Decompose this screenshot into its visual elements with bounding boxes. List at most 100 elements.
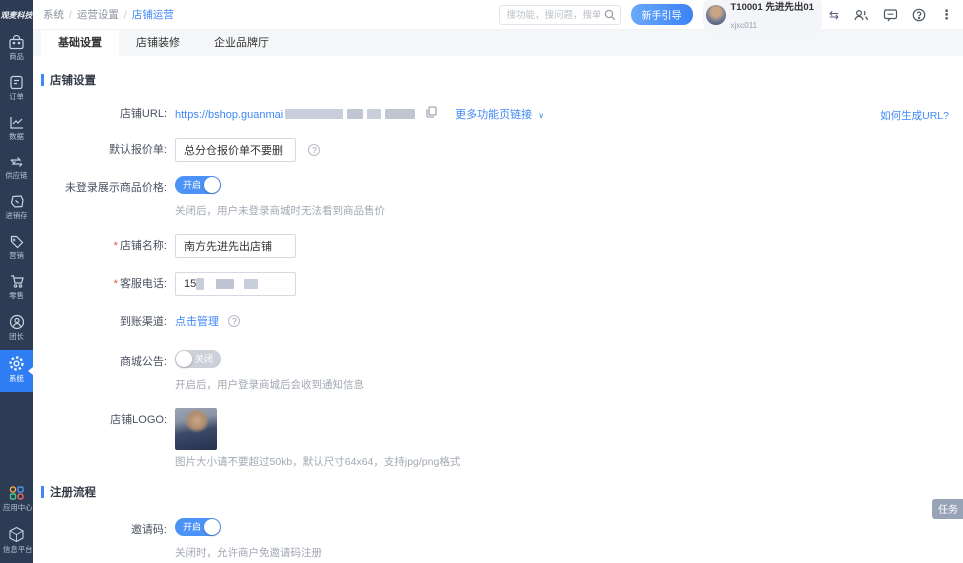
sidebar: 观麦科技 商品 订单 数据 供应链 进销存 营销 零售 团长 系统 应用中心 [0, 0, 33, 563]
sidebar-item-supply-chain[interactable]: 供应链 [0, 150, 33, 189]
redacted-phone-block [196, 278, 204, 290]
info-icon[interactable]: ? [308, 144, 320, 156]
required-mark: * [114, 240, 118, 252]
price-visible-toggle[interactable]: 开启 [175, 176, 221, 194]
payment-channel-label: 到账渠道: [33, 310, 175, 334]
sidebar-item-inventory[interactable]: 进销存 [0, 189, 33, 229]
shop-name-input[interactable] [175, 234, 296, 258]
user-account-chip[interactable]: T10001 先进先出01 xjxc011 [703, 0, 822, 34]
section-accent-bar [41, 74, 44, 86]
section-register-flow: 注册流程 [41, 484, 963, 500]
section-shop-settings: 店铺设置 [41, 72, 963, 88]
sidebar-item-leader[interactable]: 团长 [0, 309, 33, 350]
chart-icon [0, 115, 33, 130]
copy-icon[interactable] [426, 105, 437, 122]
user-subname: xjxc011 [731, 21, 758, 30]
newbie-guide-button[interactable]: 新手引导 [631, 4, 693, 25]
switch-account-icon[interactable]: ⇆ [829, 8, 839, 22]
top-header: 系统运营设置店铺运营 新手引导 T10001 先进先出01 xjxc011 ⇆ … [33, 0, 963, 30]
sidebar-item-platform[interactable]: 信息平台 [0, 521, 33, 563]
tab-basic-settings[interactable]: 基础设置 [41, 30, 119, 56]
sidebar-item-label: 应用中心 [3, 502, 30, 513]
toggle-knob [204, 177, 220, 193]
contacts-icon[interactable] [853, 8, 869, 22]
shop-logo-desc: 图片大小请不要超过50kb，默认尺寸64x64，支持jpg/png格式 [175, 455, 963, 471]
redacted-url-block [285, 109, 343, 119]
redacted-phone-block [216, 279, 234, 289]
breadcrumb-separator [64, 9, 77, 21]
redacted-url-block [367, 109, 381, 119]
mall-notice-desc: 开启后，用户登录商城后会收到通知信息 [175, 378, 963, 394]
app-logo: 观麦科技 [0, 0, 33, 30]
sidebar-item-label: 信息平台 [3, 544, 30, 555]
tag-icon [0, 234, 33, 249]
shop-url-link[interactable]: https://bshop.guanmai [175, 109, 283, 121]
sidebar-item-label: 营销 [3, 250, 30, 261]
supply-arrows-icon [0, 155, 33, 169]
sidebar-item-orders[interactable]: 订单 [0, 70, 33, 110]
service-phone-input[interactable]: 15 [175, 272, 296, 296]
inventory-icon [0, 194, 33, 209]
sidebar-item-app-center[interactable]: 应用中心 [0, 480, 33, 521]
shop-name-label: *店铺名称: [33, 234, 175, 258]
user-id: T10001 先进先出01 [731, 2, 814, 13]
invite-code-toggle[interactable]: 开启 [175, 518, 221, 536]
required-mark: * [114, 278, 118, 290]
redacted-url-block [347, 109, 363, 119]
cube-icon [0, 526, 33, 543]
search-icon[interactable] [604, 8, 616, 26]
chevron-down-icon: ∨ [538, 111, 544, 120]
redacted-phone-block [244, 279, 258, 289]
breadcrumb-operation-settings[interactable]: 运营设置 [77, 9, 119, 21]
person-circle-icon [0, 314, 33, 330]
sidebar-item-label: 数据 [3, 131, 30, 142]
more-links-dropdown[interactable]: 更多功能页链接 ∨ [455, 109, 544, 121]
toggle-knob [176, 351, 192, 367]
search-input[interactable] [499, 5, 621, 25]
manage-channel-link[interactable]: 点击管理 [175, 316, 219, 328]
mall-notice-toggle[interactable]: 关闭 [175, 350, 221, 368]
order-icon [0, 75, 33, 90]
feedback-icon[interactable] [883, 8, 898, 22]
default-quote-input[interactable] [175, 138, 296, 162]
price-visible-label: 未登录展示商品价格: [33, 176, 175, 220]
sidebar-item-label: 团长 [3, 331, 30, 342]
sidebar-item-system[interactable]: 系统 [0, 350, 33, 392]
more-menu-icon[interactable]: ⋮ [940, 7, 953, 23]
apps-grid-icon [0, 485, 33, 501]
sidebar-item-marketing[interactable]: 营销 [0, 229, 33, 269]
sidebar-item-products[interactable]: 商品 [0, 30, 33, 70]
help-icon[interactable] [912, 8, 926, 22]
sidebar-item-label: 进销存 [3, 210, 30, 221]
info-icon[interactable]: ? [228, 315, 240, 327]
main-content: 店铺设置 店铺URL: https://bshop.guanmai 更多功能页链… [33, 56, 963, 563]
user-avatar [706, 5, 726, 25]
shop-url-label: 店铺URL: [33, 102, 175, 128]
tab-brand-hall[interactable]: 企业品牌厅 [197, 30, 286, 56]
sidebar-item-data[interactable]: 数据 [0, 110, 33, 150]
shop-logo-image[interactable] [175, 408, 217, 450]
default-quote-label: 默认报价单: [33, 138, 175, 162]
global-search [499, 5, 621, 25]
gear-icon [0, 355, 33, 372]
sidebar-item-label: 商品 [3, 51, 30, 62]
sidebar-item-label: 供应链 [3, 170, 30, 181]
invite-code-desc: 关闭时，允许商户免邀请码注册 [175, 546, 963, 562]
cart-icon [0, 274, 33, 289]
tab-shop-decoration[interactable]: 店铺装修 [119, 30, 197, 56]
breadcrumb-system[interactable]: 系统 [43, 9, 64, 21]
service-phone-label: *客服电话: [33, 272, 175, 296]
toggle-knob [204, 519, 220, 535]
sidebar-item-label: 订单 [3, 91, 30, 102]
price-visible-desc: 关闭后，用户未登录商城时无法看到商品售价 [175, 204, 963, 220]
redacted-url-block [385, 109, 415, 119]
section-accent-bar [41, 486, 44, 498]
sidebar-item-label: 系统 [3, 373, 30, 384]
breadcrumb-shop-operation[interactable]: 店铺运营 [132, 9, 174, 21]
sidebar-item-label: 零售 [3, 290, 30, 301]
task-floating-tab[interactable]: 任务 [932, 499, 963, 519]
sidebar-item-retail[interactable]: 零售 [0, 269, 33, 309]
how-to-generate-url-link[interactable]: 如何生成URL? [880, 104, 949, 128]
breadcrumb: 系统 运营设置 店铺运营 [43, 7, 174, 22]
invite-code-label: 邀请码: [33, 518, 175, 562]
